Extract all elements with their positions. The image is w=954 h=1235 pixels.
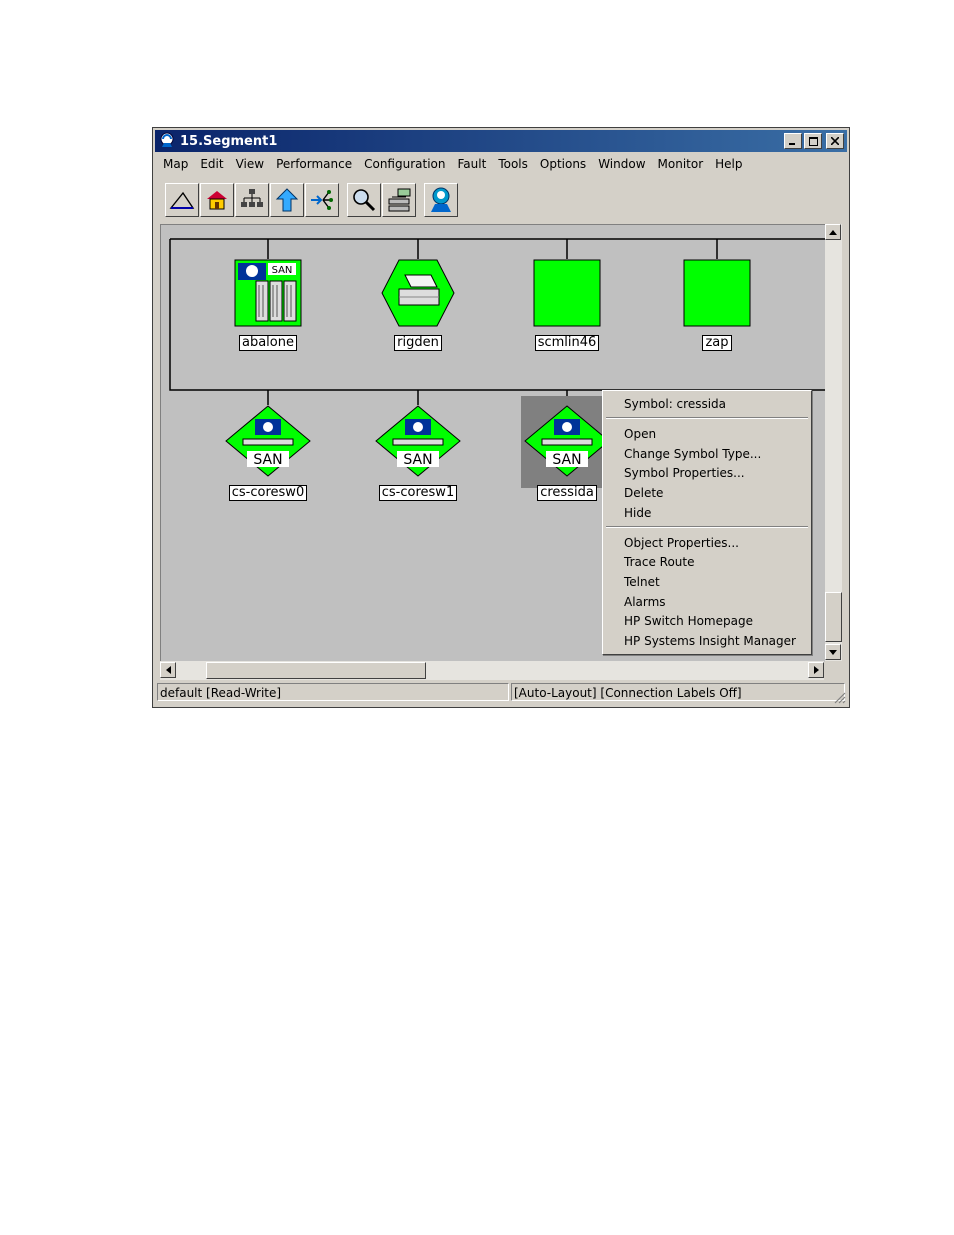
node-zap[interactable]: zap <box>672 259 762 351</box>
menu-separator <box>606 526 808 528</box>
menu-fault[interactable]: Fault <box>452 157 493 171</box>
node-label: cs-coresw1 <box>378 485 458 501</box>
hp-logo-icon <box>431 187 451 212</box>
parent-map-button[interactable] <box>270 183 304 217</box>
hp-systems-button[interactable] <box>424 183 458 217</box>
node-abalone[interactable]: SAN abalone <box>223 259 313 351</box>
minimize-button[interactable] <box>784 133 802 149</box>
network-device-icon <box>388 188 411 212</box>
toolbar <box>165 181 458 219</box>
san-badge: SAN <box>403 452 432 468</box>
up-level-icon <box>169 191 195 209</box>
menu-item-hp-systems-insight-manager[interactable]: HP Systems Insight Manager <box>624 632 796 650</box>
node-label: abalone <box>239 335 297 351</box>
status-map-mode: default [Read-Write] <box>157 683 509 701</box>
scroll-right-button[interactable] <box>808 662 824 678</box>
san-switch-symbol-icon: SAN <box>524 405 610 477</box>
menu-item-telnet[interactable]: Telnet <box>624 573 660 591</box>
server-symbol-icon: SAN <box>234 259 302 327</box>
horizontal-scroll-thumb[interactable] <box>206 662 426 679</box>
find-button[interactable] <box>347 183 381 217</box>
scroll-down-button[interactable] <box>825 644 841 660</box>
maximize-button[interactable] <box>804 133 822 149</box>
status-layout: [Auto-Layout] [Connection Labels Off] <box>511 683 845 701</box>
san-badge: SAN <box>552 452 581 468</box>
node-scmlin46[interactable]: scmlin46 <box>522 259 612 351</box>
node-cressida[interactable]: SAN cressida <box>522 405 612 501</box>
node-label: scmlin46 <box>534 335 600 351</box>
window-title: 15.Segment1 <box>180 133 278 149</box>
menu-item-hp-switch-homepage[interactable]: HP Switch Homepage <box>624 612 753 630</box>
menu-window[interactable]: Window <box>592 157 651 171</box>
up-level-button[interactable] <box>165 183 199 217</box>
network-node-button[interactable] <box>382 183 416 217</box>
home-button[interactable] <box>200 183 234 217</box>
menu-monitor[interactable]: Monitor <box>652 157 710 171</box>
vertical-scroll-thumb[interactable] <box>825 592 842 642</box>
node-symbol-icon <box>683 259 751 327</box>
node-label: rigden <box>394 335 442 351</box>
title-bar[interactable]: 15.Segment1 <box>155 130 847 152</box>
menu-help[interactable]: Help <box>709 157 748 171</box>
horizontal-scrollbar[interactable] <box>160 661 824 680</box>
node-symbol-icon <box>533 259 601 327</box>
san-badge: SAN <box>272 265 293 276</box>
menu-edit[interactable]: Edit <box>194 157 229 171</box>
menu-item-object-properties[interactable]: Object Properties... <box>624 534 739 552</box>
menu-item-trace-route[interactable]: Trace Route <box>624 553 694 571</box>
san-switch-symbol-icon: SAN <box>225 405 311 477</box>
menu-map[interactable]: Map <box>157 157 194 171</box>
menu-item-change-symbol-type[interactable]: Change Symbol Type... <box>624 445 761 463</box>
resize-grip-icon[interactable] <box>834 692 846 704</box>
ov-app-icon <box>159 132 177 150</box>
node-rigden[interactable]: rigden <box>373 259 463 351</box>
san-badge: SAN <box>253 452 282 468</box>
status-bar: default [Read-Write] [Auto-Layout] [Conn… <box>157 683 845 703</box>
home-icon <box>207 191 227 210</box>
context-menu: Symbol: cressida Open Change Symbol Type… <box>602 390 812 655</box>
node-cs-coresw0[interactable]: SAN cs-coresw0 <box>223 405 313 501</box>
magnifier-icon <box>353 189 376 212</box>
printer-symbol-icon <box>381 259 455 327</box>
scroll-left-button[interactable] <box>160 662 176 678</box>
context-menu-header: Symbol: cressida <box>624 397 727 411</box>
menu-item-alarms[interactable]: Alarms <box>624 593 666 611</box>
menu-item-hide[interactable]: Hide <box>624 504 651 522</box>
menu-item-symbol-properties[interactable]: Symbol Properties... <box>624 464 745 482</box>
menu-performance[interactable]: Performance <box>270 157 358 171</box>
menu-bar: Map Edit View Performance Configuration … <box>157 154 845 174</box>
menu-item-delete[interactable]: Delete <box>624 484 663 502</box>
node-label: cressida <box>537 485 597 501</box>
node-label: zap <box>702 335 732 351</box>
quick-navigator-button[interactable] <box>305 183 339 217</box>
vertical-scrollbar[interactable] <box>825 224 842 661</box>
node-cs-coresw1[interactable]: SAN cs-coresw1 <box>373 405 463 501</box>
san-switch-symbol-icon: SAN <box>375 405 461 477</box>
menu-separator <box>606 417 808 419</box>
node-label: cs-coresw0 <box>228 485 308 501</box>
scroll-up-button[interactable] <box>825 224 841 240</box>
root-map-button[interactable] <box>235 183 269 217</box>
up-arrow-icon <box>275 188 299 212</box>
menu-tools[interactable]: Tools <box>492 157 534 171</box>
menu-configuration[interactable]: Configuration <box>358 157 451 171</box>
quick-navigator-icon <box>311 190 333 210</box>
close-button[interactable] <box>826 133 844 149</box>
menu-item-open[interactable]: Open <box>624 425 656 443</box>
menu-view[interactable]: View <box>230 157 270 171</box>
menu-options[interactable]: Options <box>534 157 592 171</box>
root-map-icon <box>241 189 263 207</box>
